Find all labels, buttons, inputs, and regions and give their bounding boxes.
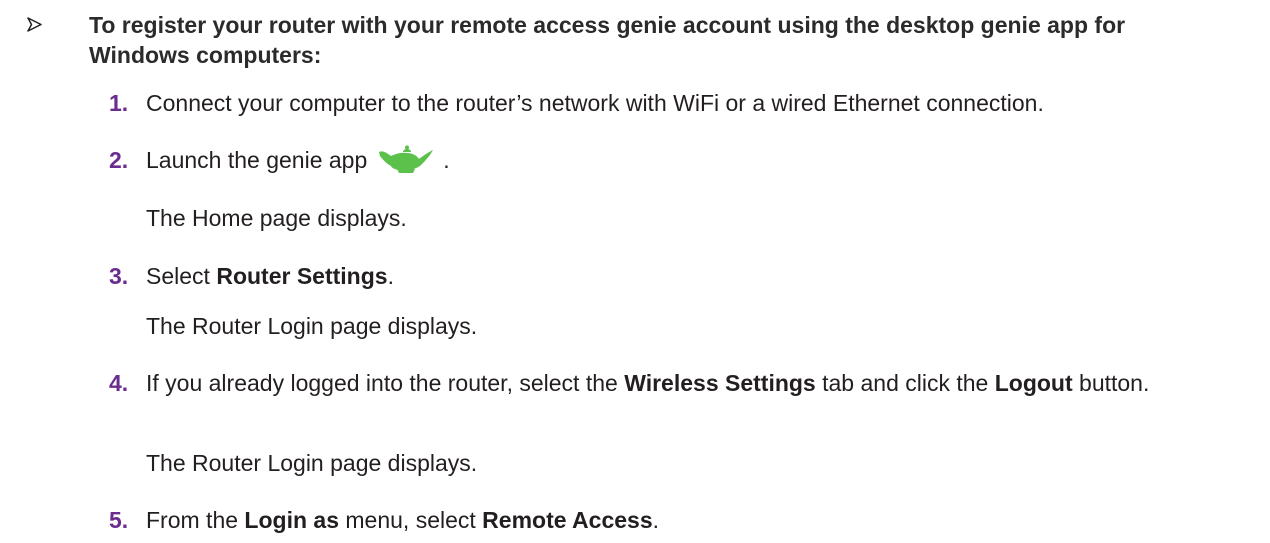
step-3-result: The Router Login page displays.	[146, 313, 478, 339]
ui-term-router-settings: Router Settings	[216, 263, 388, 289]
step-4-result: The Router Login page displays.	[146, 450, 478, 476]
step-text-after-icon: .	[443, 147, 450, 173]
step-text-before-icon: Launch the genie app	[146, 147, 368, 173]
ui-term-wireless-settings: Wireless Settings	[624, 370, 816, 396]
step-text: From the Login as menu, select Remote Ac…	[146, 507, 660, 533]
step-text: Select Router Settings.	[146, 263, 394, 289]
ui-term-remote-access: Remote Access	[482, 507, 653, 533]
arrow-bullet-icon	[27, 17, 42, 32]
step-text: Launch the genie app .	[109, 145, 450, 177]
genie-lamp-icon	[379, 145, 434, 173]
step-text: If you already logged into the router, s…	[146, 370, 1150, 396]
step-2-result: The Home page displays.	[146, 205, 407, 231]
step-text: Connect your computer to the router’s ne…	[146, 90, 1044, 116]
ui-term-login-as: Login as	[244, 507, 339, 533]
heading-text: To register your router with your remote…	[89, 12, 1126, 68]
ui-term-logout: Logout	[994, 370, 1073, 396]
